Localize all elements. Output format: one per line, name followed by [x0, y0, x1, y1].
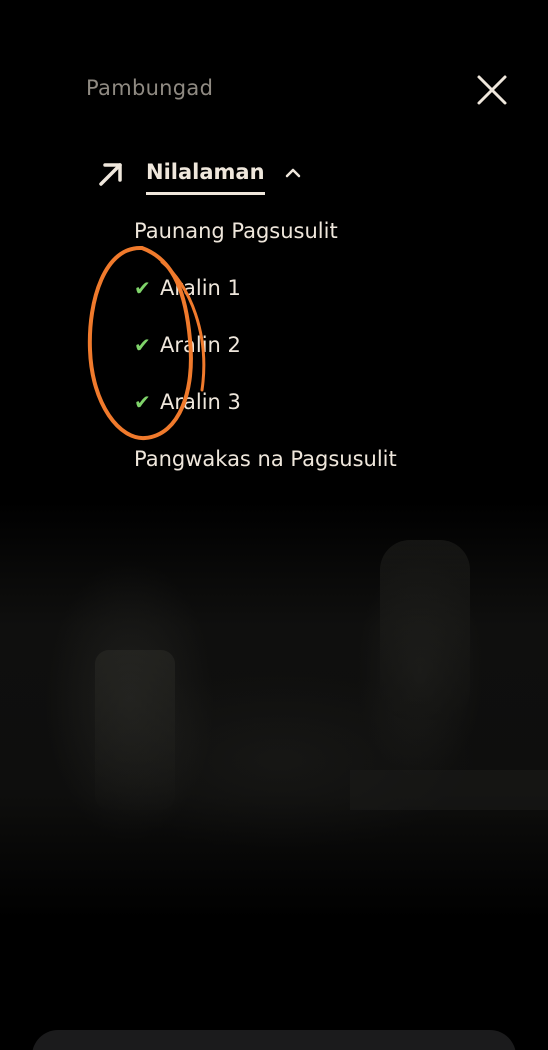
chevron-up-icon[interactable] [283, 163, 303, 183]
nav-link-nilalaman[interactable]: Nilalaman [146, 160, 265, 195]
check-icon: ✔ [134, 390, 151, 414]
menu-item-label: Aralin 3 [160, 390, 241, 414]
check-icon: ✔ [134, 333, 151, 357]
menu-item-aralin-3[interactable]: ✔ Aralin 3 [134, 384, 397, 441]
menu-item-paunang-pagsusulit[interactable]: Paunang Pagsusulit [134, 213, 397, 270]
bottom-sheet-handle[interactable] [32, 1030, 516, 1050]
menu-item-aralin-2[interactable]: ✔ Aralin 2 [134, 327, 397, 384]
arrow-up-right-icon [96, 159, 126, 189]
menu-item-pangwakas-na-pagsusulit[interactable]: Pangwakas na Pagsusulit [134, 441, 397, 498]
menu-item-aralin-1[interactable]: ✔ Aralin 1 [134, 270, 397, 327]
nav-current-section[interactable]: Nilalaman [96, 155, 303, 199]
close-button[interactable] [472, 70, 512, 110]
contents-list: Paunang Pagsusulit ✔ Aralin 1 ✔ Aralin 2… [134, 213, 397, 498]
menu-item-label: Pangwakas na Pagsusulit [134, 447, 397, 471]
check-icon: ✔ [134, 276, 151, 300]
menu-item-label: Paunang Pagsusulit [134, 219, 338, 243]
menu-item-label: Aralin 2 [160, 333, 241, 357]
menu-item-label: Aralin 1 [160, 276, 241, 300]
page-title[interactable]: Pambungad [86, 76, 213, 100]
background-image [0, 500, 548, 920]
close-icon [477, 75, 507, 105]
menu-screen: Pambungad Nilalaman Paunang Pagsusulit ✔… [0, 0, 548, 1050]
